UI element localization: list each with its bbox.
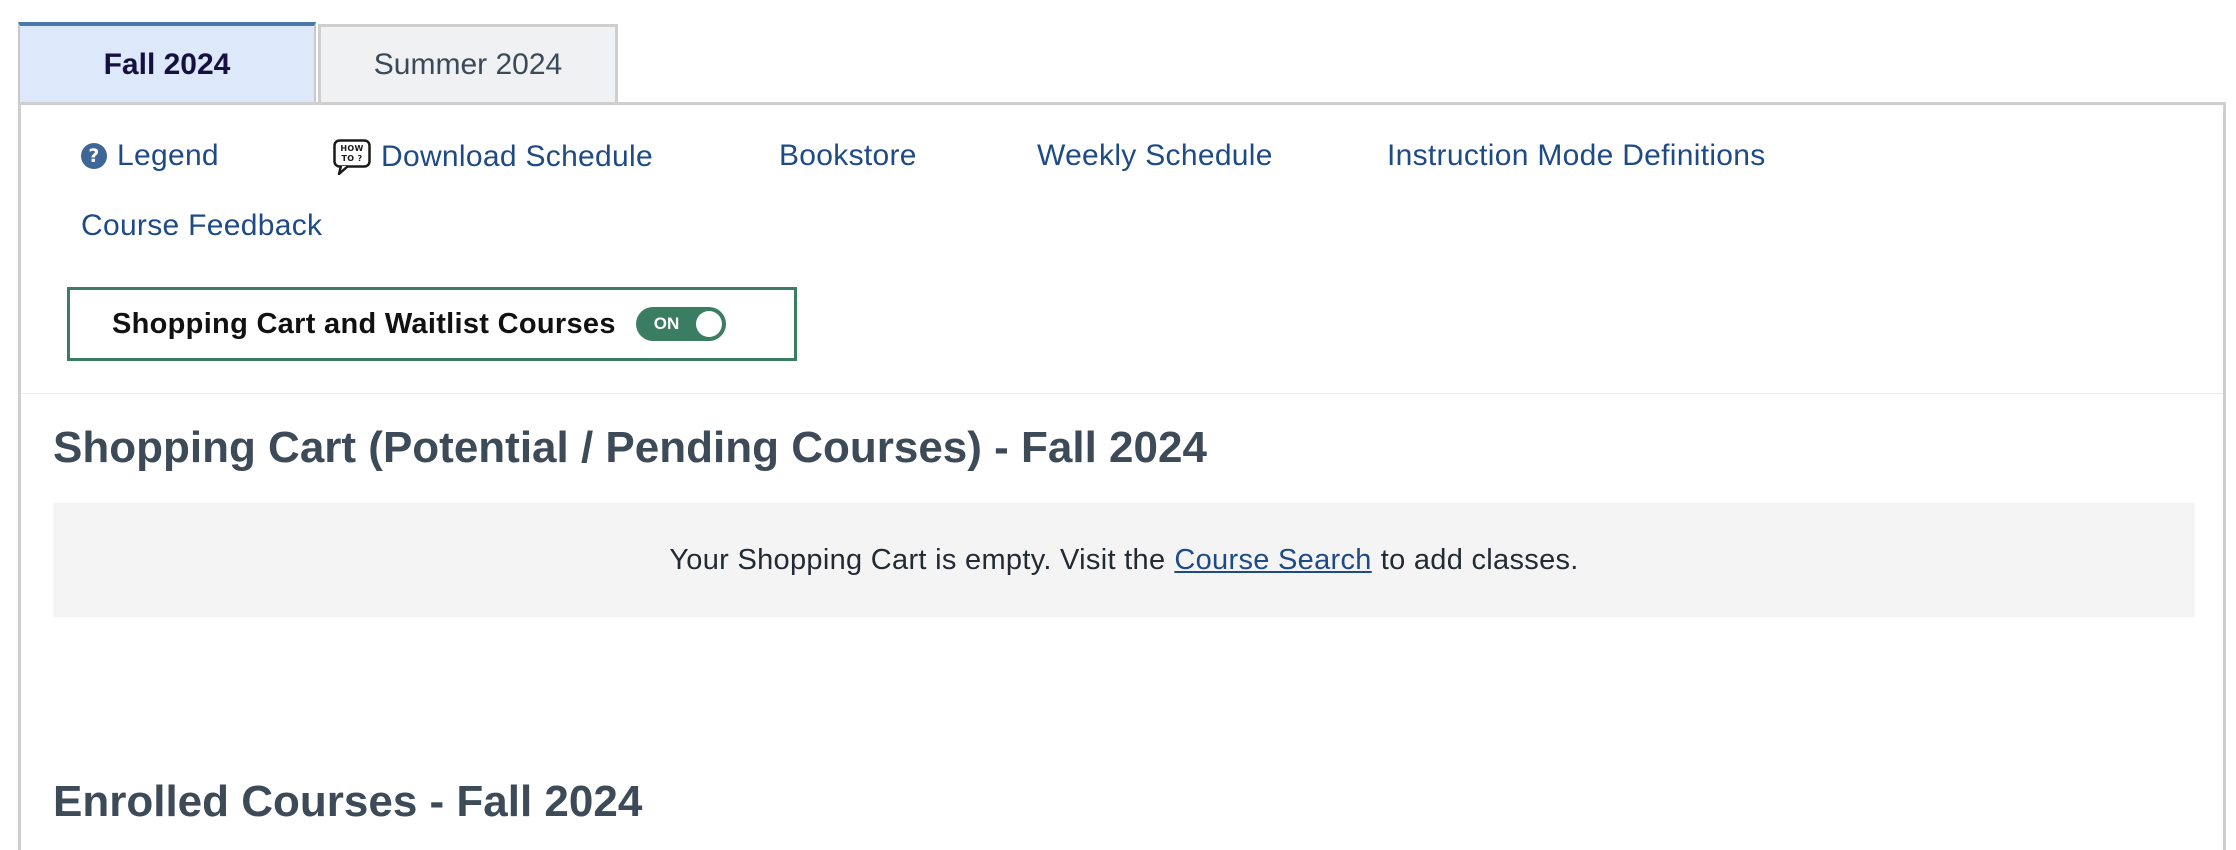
course-feedback-label: Course Feedback — [81, 209, 323, 242]
bookstore-link[interactable]: Bookstore — [779, 139, 917, 173]
how-to-icon-text-bottom: TO ? — [342, 154, 363, 163]
legend-link-label: Legend — [117, 139, 219, 172]
term-tabs: Fall 2024 Summer 2024 — [18, 22, 618, 106]
switch-knob — [695, 311, 722, 337]
enrolled-courses-title: Enrolled Courses - Fall 2024 — [53, 777, 643, 826]
switch-state-text: ON — [653, 314, 680, 333]
empty-cart-prefix: Your Shopping Cart is empty. Visit the — [669, 543, 1166, 576]
course-search-link[interactable]: Course Search — [1174, 544, 1371, 577]
weekly-schedule-label: Weekly Schedule — [1037, 139, 1273, 172]
shopping-cart-title: Shopping Cart (Potential / Pending Cours… — [53, 423, 1207, 472]
course-feedback-link[interactable]: Course Feedback — [81, 209, 322, 243]
bookstore-label: Bookstore — [779, 139, 917, 172]
tab-fall-2024[interactable]: Fall 2024 — [18, 22, 316, 104]
schedule-panel: ? Legend HOW TO ? Download Schedule Book… — [18, 102, 2226, 850]
download-schedule-link[interactable]: HOW TO ? Download Schedule — [333, 139, 653, 175]
instruction-mode-link[interactable]: Instruction Mode Definitions — [1387, 139, 1766, 173]
shopping-cart-toggle-switch[interactable]: ON — [635, 307, 726, 341]
tab-summer-2024[interactable]: Summer 2024 — [318, 24, 618, 106]
divider — [21, 393, 2223, 394]
empty-cart-suffix: to add classes. — [1380, 543, 1579, 576]
question-circle-icon: ? — [81, 143, 107, 169]
tab-label: Fall 2024 — [103, 48, 231, 81]
quick-links: ? Legend HOW TO ? Download Schedule Book… — [21, 139, 2223, 242]
tab-label: Summer 2024 — [373, 48, 563, 81]
legend-link[interactable]: ? Legend — [81, 139, 219, 173]
how-to-icon-text-top: HOW — [340, 144, 363, 153]
empty-cart-message: Your Shopping Cart is empty. Visit the C… — [53, 503, 2195, 617]
toggle-label: Shopping Cart and Waitlist Courses — [112, 307, 616, 340]
weekly-schedule-link[interactable]: Weekly Schedule — [1037, 139, 1273, 173]
instruction-mode-label: Instruction Mode Definitions — [1387, 139, 1766, 172]
page: Fall 2024 Summer 2024 ? Legend HOW TO ? … — [0, 0, 2236, 850]
how-to-icon: HOW TO ? — [333, 139, 371, 175]
download-schedule-label: Download Schedule — [381, 140, 653, 173]
shopping-cart-toggle-box: Shopping Cart and Waitlist Courses ON — [67, 287, 797, 361]
